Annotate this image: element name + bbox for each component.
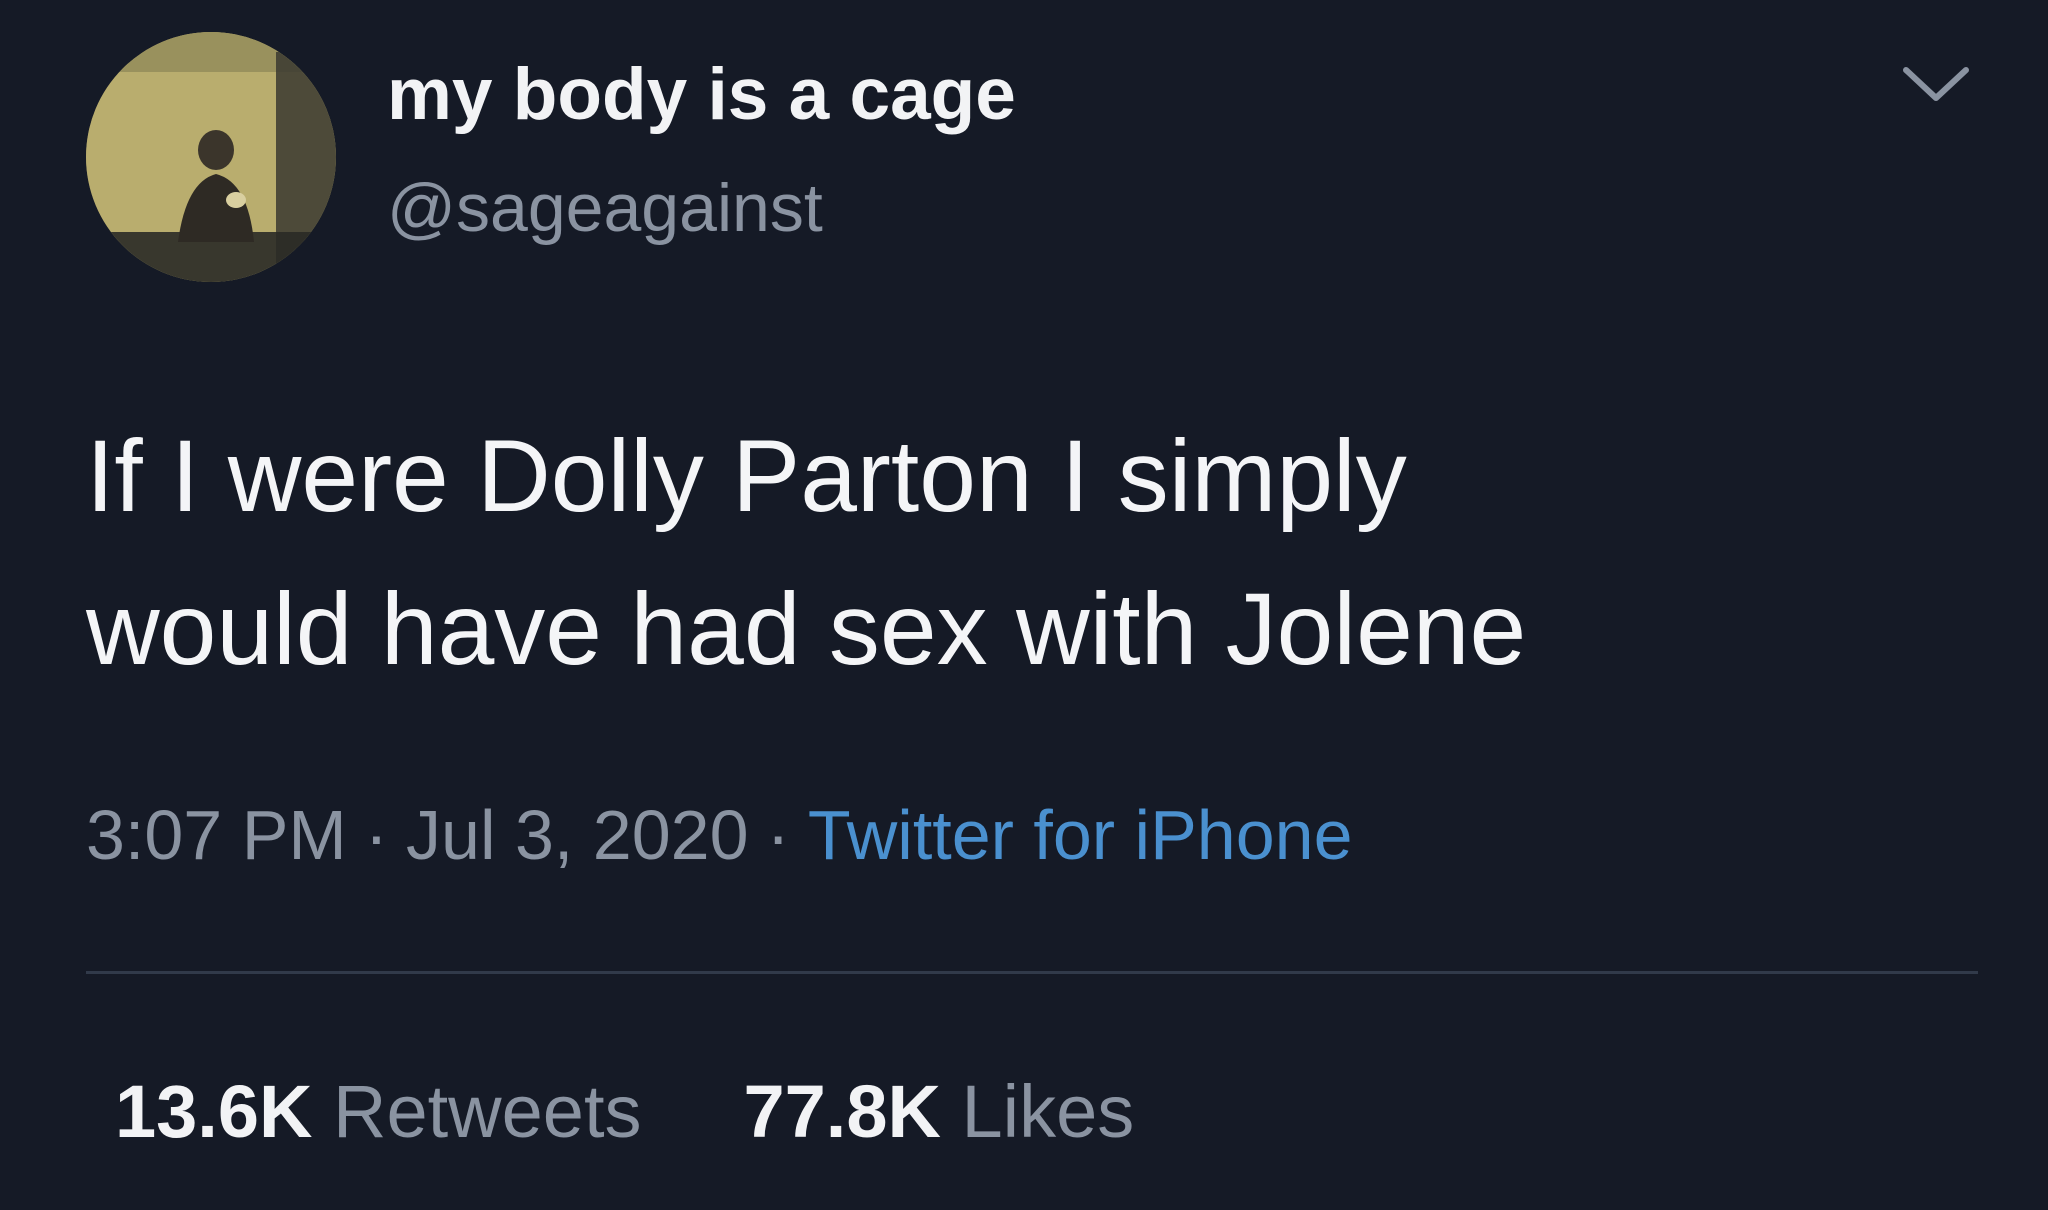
separator: · xyxy=(364,796,389,874)
tweet-date[interactable]: Jul 3, 2020 xyxy=(406,796,748,874)
tweet-source-link[interactable]: Twitter for iPhone xyxy=(808,796,1353,874)
divider xyxy=(86,971,1978,974)
tweet-stats: 13.6K Retweets 77.8K Likes xyxy=(115,1075,1134,1149)
user-handle[interactable]: @sageagainst xyxy=(387,174,823,242)
likes-count: 77.8K xyxy=(743,1070,941,1153)
retweets-stat[interactable]: 13.6K Retweets xyxy=(115,1075,642,1149)
retweets-count: 13.6K xyxy=(115,1070,313,1153)
tweet-time[interactable]: 3:07 PM xyxy=(86,796,347,874)
separator: · xyxy=(766,796,790,874)
tweet-card: my body is a cage @sageagainst If I were… xyxy=(0,0,2048,1210)
likes-label: Likes xyxy=(961,1070,1135,1153)
tweet-text: If I were Dolly Parton I simply would ha… xyxy=(86,400,1946,706)
avatar-image xyxy=(86,32,336,282)
tweet-text-line: If I were Dolly Parton I simply xyxy=(86,419,1407,533)
tweet-metadata: 3:07 PM · Jul 3, 2020 · Twitter for iPhone xyxy=(86,800,1353,870)
likes-stat[interactable]: 77.8K Likes xyxy=(744,1075,1135,1149)
chevron-down-icon[interactable] xyxy=(1900,64,1972,104)
tweet-text-line: would have had sex with Jolene xyxy=(86,572,1527,686)
display-name[interactable]: my body is a cage xyxy=(387,58,1016,131)
retweets-label: Retweets xyxy=(333,1070,642,1153)
avatar[interactable] xyxy=(86,32,336,282)
